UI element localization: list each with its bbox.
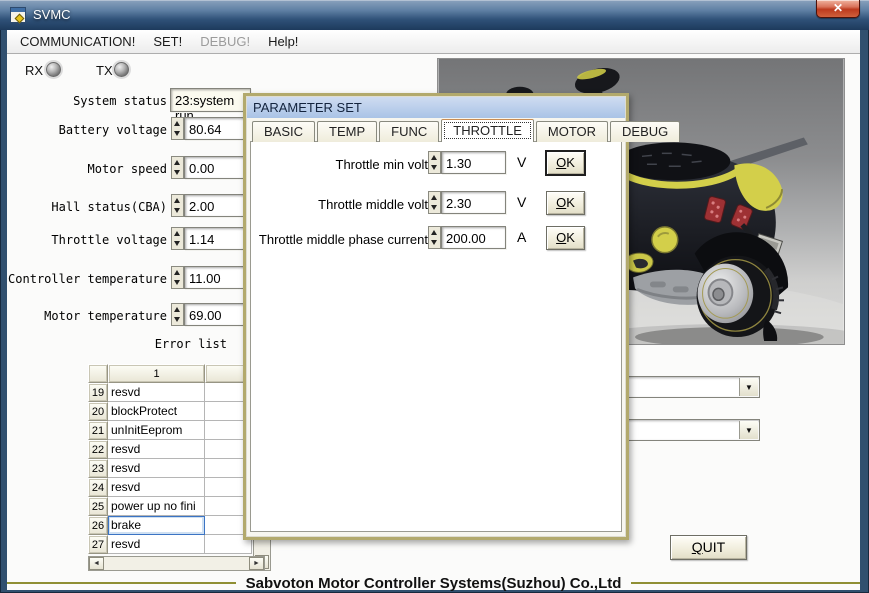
- app-window: SVMC ✕ COMMUNICATION! SET! DEBUG! Help!: [0, 0, 869, 593]
- row-number: 19: [88, 383, 108, 402]
- dialog-title-bar[interactable]: PARAMETER SET: [247, 97, 625, 118]
- throttle-middle-volt-label: Throttle middle volt: [318, 197, 428, 212]
- row-number: 24: [88, 478, 108, 497]
- error-cell[interactable]: resvd: [108, 478, 205, 497]
- hall-status-spinner[interactable]: [171, 194, 184, 217]
- scroll-right-icon[interactable]: ►: [249, 557, 264, 570]
- battery-voltage-spinner[interactable]: [171, 117, 184, 140]
- menu-communication[interactable]: COMMUNICATION!: [11, 31, 144, 52]
- footer-text: Sabvoton Motor Controller Systems(Suzhou…: [245, 574, 622, 592]
- throttle-middle-phase-current-ok-button[interactable]: OK: [546, 226, 585, 250]
- table-row[interactable]: 20 blockProtect: [88, 402, 252, 421]
- tab-basic[interactable]: BASIC: [252, 121, 316, 142]
- controller-temperature-label: Controller temperature: [8, 272, 167, 286]
- row-number: 23: [88, 459, 108, 478]
- quit-button-label: QUIT: [691, 539, 726, 555]
- error-cell[interactable]: resvd: [108, 383, 205, 402]
- menu-bar: COMMUNICATION! SET! DEBUG! Help!: [7, 30, 860, 54]
- rx-label: RX: [25, 63, 44, 78]
- table-row[interactable]: 23 resvd: [88, 459, 252, 478]
- motor-temperature-label: Motor temperature: [44, 309, 167, 323]
- row-number: 20: [88, 402, 108, 421]
- row-number: 27: [88, 535, 108, 554]
- tab-debug[interactable]: DEBUG: [610, 121, 681, 142]
- ok-button-label: OK: [556, 155, 575, 170]
- throttle-min-volt-label: Throttle min volt: [335, 157, 428, 172]
- menu-help[interactable]: Help!: [259, 31, 307, 52]
- chevron-down-icon[interactable]: ▼: [739, 421, 758, 439]
- scroll-left-icon[interactable]: ◄: [89, 557, 104, 570]
- table-horizontal-scrollbar[interactable]: ◄ ►: [88, 556, 265, 571]
- error-cell[interactable]: power up no fini: [108, 497, 205, 516]
- error-cell[interactable]: unInitEeprom: [108, 421, 205, 440]
- row-number: 21: [88, 421, 108, 440]
- menu-debug: DEBUG!: [200, 34, 251, 49]
- tab-strip: BASIC TEMP FUNC THROTTLE MOTOR DEBUG: [252, 119, 681, 142]
- ok-button-label: OK: [556, 195, 575, 210]
- table-row[interactable]: 24 resvd: [88, 478, 252, 497]
- footer-line-right: [631, 582, 861, 584]
- motor-speed-spinner[interactable]: [171, 156, 184, 179]
- error-list-title: Error list: [154, 337, 227, 351]
- menu-set[interactable]: SET!: [144, 31, 191, 52]
- table-row[interactable]: 25 power up no fini: [88, 497, 252, 516]
- tab-throttle[interactable]: THROTTLE: [441, 119, 534, 142]
- throttle-middle-volt-value[interactable]: 2.30: [441, 191, 506, 214]
- throttle-voltage-spinner[interactable]: [171, 227, 184, 250]
- app-icon: [10, 7, 26, 23]
- throttle-voltage-label: Throttle voltage: [51, 233, 167, 247]
- throttle-min-volt-spinner[interactable]: [428, 151, 441, 174]
- table-header-row: 1: [88, 364, 252, 383]
- throttle-min-volt-ok-button[interactable]: OK: [546, 151, 585, 175]
- throttle-middle-phase-current-spinner[interactable]: [428, 226, 441, 249]
- throttle-middle-phase-current-unit: A: [517, 229, 527, 245]
- footer-line-left: [7, 582, 236, 584]
- tab-motor[interactable]: MOTOR: [535, 121, 609, 142]
- controller-temperature-spinner[interactable]: [171, 266, 184, 289]
- throttle-middle-phase-current-label: Throttle middle phase current: [258, 232, 428, 247]
- hall-status-label: Hall status(CBA): [51, 200, 167, 214]
- title-bar: SVMC ✕: [0, 0, 869, 30]
- selected-error-cell[interactable]: brake: [108, 516, 205, 535]
- parameter-set-dialog: PARAMETER SET BASIC TEMP FUNC THROTTLE M…: [243, 93, 681, 540]
- table-row[interactable]: 22 resvd: [88, 440, 252, 459]
- quit-button[interactable]: QUIT: [670, 535, 747, 560]
- tx-led-icon: [114, 62, 129, 77]
- system-status-value: 23:system run: [170, 88, 251, 123]
- tab-func[interactable]: FUNC: [379, 121, 440, 142]
- row-number: 22: [88, 440, 108, 459]
- tx-label: TX: [96, 63, 113, 78]
- motor-temperature-spinner[interactable]: [171, 303, 184, 326]
- footer: Sabvoton Motor Controller Systems(Suzhou…: [7, 572, 861, 593]
- throttle-middle-phase-current-value[interactable]: 200.00: [441, 226, 506, 249]
- row-number: 26: [88, 516, 108, 535]
- throttle-min-volt-unit: V: [517, 154, 527, 170]
- battery-voltage-label: Battery voltage: [58, 123, 167, 137]
- table-row[interactable]: 27 resvd: [88, 535, 252, 554]
- main-content: RX TX System status 23:system run Batter…: [7, 54, 869, 593]
- tab-temp[interactable]: TEMP: [317, 121, 378, 142]
- motor-speed-label: Motor speed: [87, 162, 167, 176]
- throttle-middle-volt-unit: V: [517, 194, 527, 210]
- chevron-down-icon[interactable]: ▼: [739, 378, 758, 396]
- error-cell[interactable]: resvd: [108, 440, 205, 459]
- ok-button-label: OK: [556, 230, 575, 245]
- table-row[interactable]: 19 resvd: [88, 383, 252, 402]
- system-status-label: System status: [73, 94, 167, 108]
- table-row[interactable]: 21 unInitEeprom: [88, 421, 252, 440]
- row-number: 25: [88, 497, 108, 516]
- table-corner-cell: [88, 364, 108, 383]
- window-title: SVMC: [33, 7, 71, 22]
- error-cell[interactable]: resvd: [108, 535, 205, 554]
- error-cell[interactable]: blockProtect: [108, 402, 205, 421]
- rx-led-icon: [46, 62, 61, 77]
- error-list-table[interactable]: 1 19 resvd 20 blockProtect 21 unInitEeprom …: [88, 364, 252, 554]
- error-cell[interactable]: resvd: [108, 459, 205, 478]
- throttle-middle-volt-ok-button[interactable]: OK: [546, 191, 585, 215]
- throttle-middle-volt-spinner[interactable]: [428, 191, 441, 214]
- throttle-min-volt-value[interactable]: 1.30: [441, 151, 506, 174]
- close-icon[interactable]: ✕: [816, 0, 860, 18]
- table-row[interactable]: 26 brake: [88, 516, 252, 535]
- table-column-header[interactable]: 1: [108, 364, 205, 383]
